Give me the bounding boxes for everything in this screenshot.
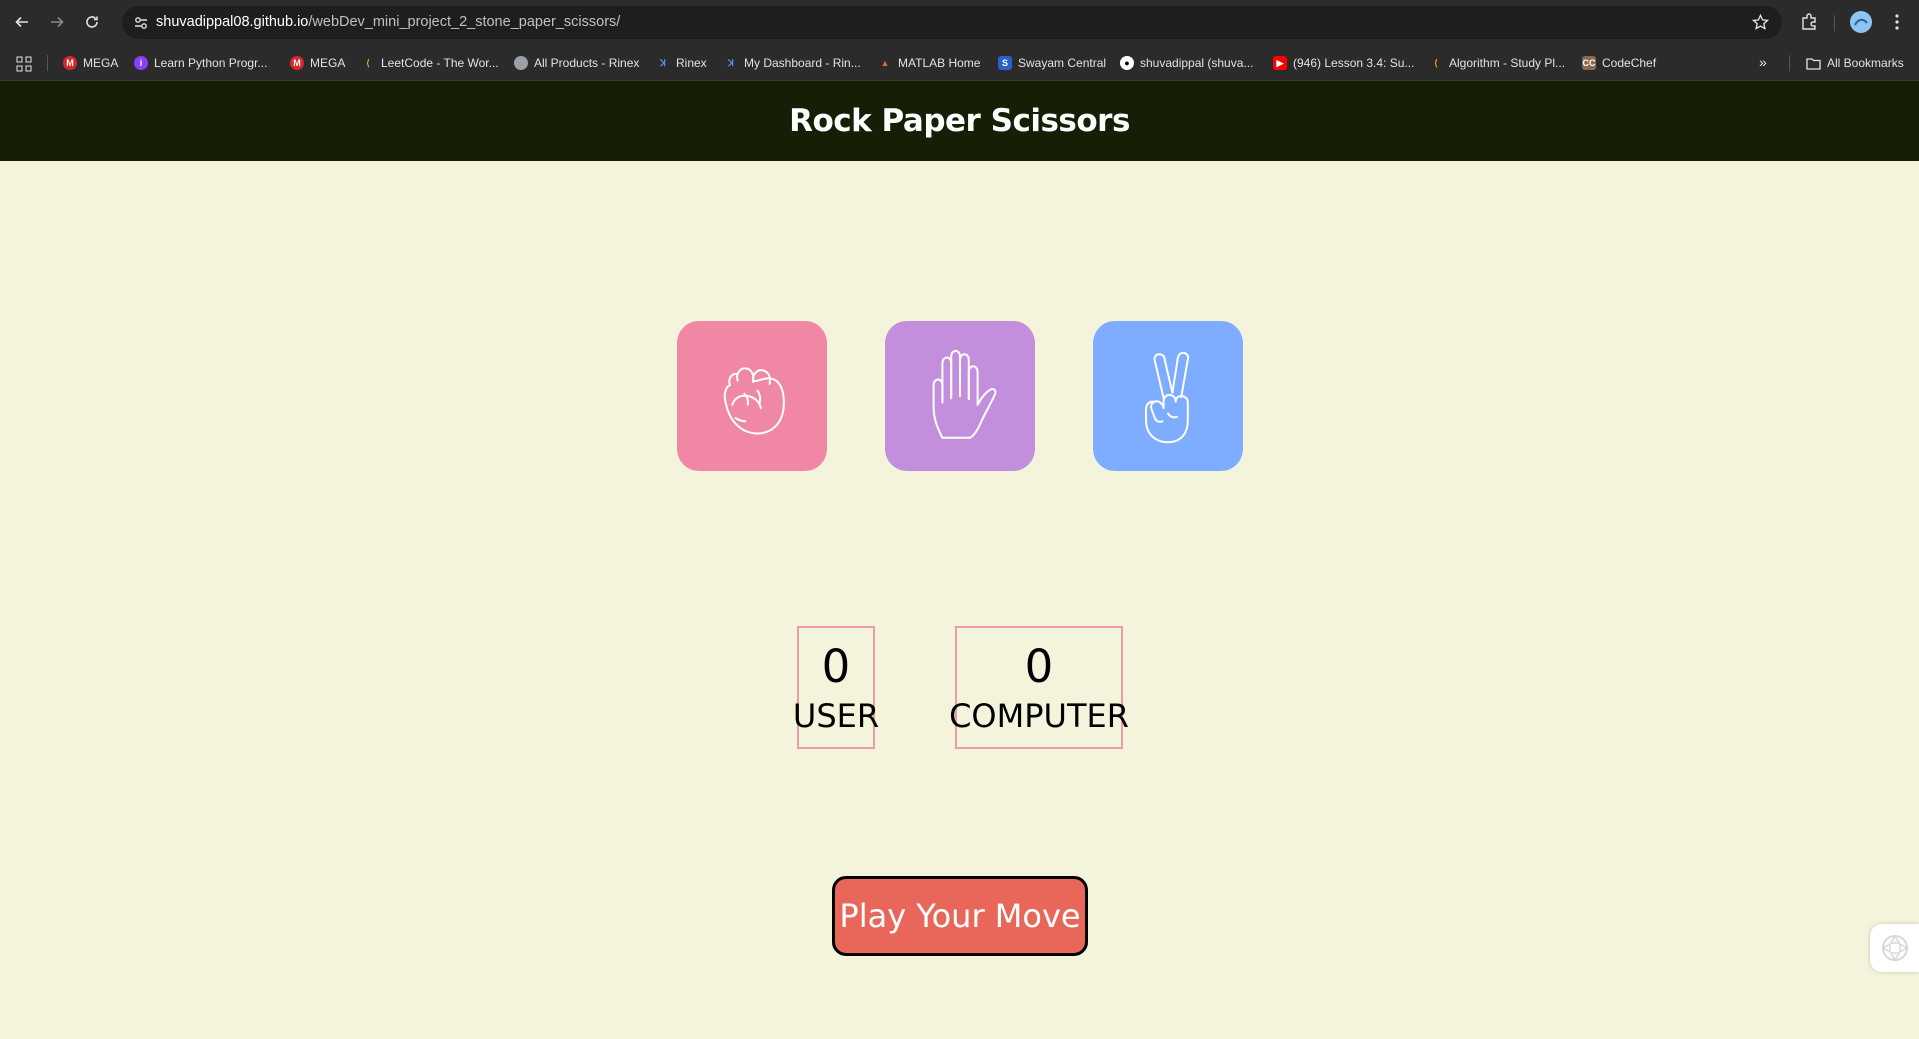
bookmark-label: CodeChef xyxy=(1602,56,1657,70)
reload-icon xyxy=(86,16,98,28)
globe-icon xyxy=(514,56,528,70)
game-message: Play Your Move xyxy=(832,876,1088,956)
url-text: shuvadippal08.github.io/webDev_mini_proj… xyxy=(156,14,620,30)
menu-kebab-icon[interactable] xyxy=(1887,12,1907,32)
all-bookmarks-button[interactable]: All Bookmarks xyxy=(1806,54,1904,72)
profile-avatar[interactable] xyxy=(1850,11,1872,33)
bookmark-item[interactable]: ▶ (946) Lesson 3.4: Su... xyxy=(1273,54,1414,72)
rinex-icon: ꓘ xyxy=(728,57,734,68)
bookmark-label: MEGA xyxy=(310,56,346,70)
url-path: /webDev_mini_project_2_stone_paper_sciss… xyxy=(308,14,621,30)
leetcode-icon: ⟨ xyxy=(1434,57,1438,68)
bookmark-item[interactable]: ꓘ Rinex xyxy=(656,54,707,72)
bookmarks-divider xyxy=(1789,55,1790,71)
bookmark-item[interactable]: ▲ MATLAB Home xyxy=(878,54,981,72)
user-score-label: USER xyxy=(792,696,880,735)
bookmark-label: shuvadippal (shuva... xyxy=(1140,56,1254,70)
rinex-icon: ꓘ xyxy=(660,57,666,68)
leetcode-icon: ⟨ xyxy=(366,57,370,68)
bookmark-label: MEGA xyxy=(83,56,119,70)
back-button[interactable] xyxy=(11,11,33,33)
arrow-right-icon xyxy=(51,16,64,28)
bookmark-item[interactable]: ● shuvadippal (shuva... xyxy=(1120,54,1253,72)
assistant-icon xyxy=(1880,934,1909,962)
reload-button[interactable] xyxy=(81,11,103,33)
bookmarks-bar: M MEGA i Learn Python Progr... M MEGA ⟨ Leet… xyxy=(0,45,1919,81)
peace-hand-icon xyxy=(1145,351,1190,444)
bookmark-item[interactable]: ⟨ LeetCode - The Wor... xyxy=(361,54,499,72)
bookmark-label: Algorithm - Study Pl... xyxy=(1449,56,1566,70)
all-bookmarks-label: All Bookmarks xyxy=(1827,56,1904,70)
more-bookmarks-icon[interactable]: » xyxy=(1759,54,1767,70)
url-host: shuvadippal08.github.io xyxy=(156,14,309,30)
extensions-icon[interactable] xyxy=(1799,12,1819,32)
rock-choice[interactable] xyxy=(677,321,827,471)
bookmark-item[interactable]: S Swayam Central xyxy=(998,54,1106,72)
arrow-left-icon xyxy=(15,16,28,28)
open-hand-icon xyxy=(932,349,997,439)
scissors-choice[interactable] xyxy=(1093,321,1243,471)
youtube-icon: ▶ xyxy=(1273,56,1287,70)
address-bar[interactable]: shuvadippal08.github.io/webDev_mini_proj… xyxy=(122,6,1782,39)
computer-score-label: COMPUTER xyxy=(949,696,1129,735)
apps-grid-icon[interactable] xyxy=(16,56,32,72)
page-header: Rock Paper Scissors xyxy=(0,81,1919,161)
avatar-icon xyxy=(1850,11,1872,33)
forward-button[interactable] xyxy=(46,11,68,33)
site-settings-icon[interactable] xyxy=(132,14,150,32)
bookmark-label: All Products - Rinex xyxy=(534,56,640,70)
bookmark-item[interactable]: i Learn Python Progr... xyxy=(134,54,267,72)
learn-python-icon: i xyxy=(134,56,148,70)
bookmark-item[interactable]: M MEGA xyxy=(290,54,345,72)
bookmark-item[interactable]: ⟨ Algorithm - Study Pl... xyxy=(1429,54,1565,72)
bookmark-label: MATLAB Home xyxy=(898,56,981,70)
assistant-widget-button[interactable] xyxy=(1870,924,1919,972)
bookmark-item[interactable]: CC CodeChef xyxy=(1582,54,1656,72)
browser-toolbar: shuvadippal08.github.io/webDev_mini_proj… xyxy=(0,0,1919,45)
bookmark-star-icon[interactable] xyxy=(1751,13,1770,32)
bookmarks-divider xyxy=(47,55,48,71)
paper-choice[interactable] xyxy=(885,321,1035,471)
bookmark-label: (946) Lesson 3.4: Su... xyxy=(1293,56,1415,70)
bookmark-label: Swayam Central xyxy=(1018,56,1107,70)
swayam-icon: S xyxy=(998,56,1012,70)
computer-score-value: 0 xyxy=(1024,639,1054,693)
user-score-value: 0 xyxy=(821,639,851,693)
mega-icon: M xyxy=(290,56,304,70)
page-body: Rock Paper Scissors 0 USER 0 COMPUTER Pl… xyxy=(0,81,1919,1039)
fist-icon xyxy=(723,367,785,435)
github-icon: ● xyxy=(1120,56,1134,70)
user-score-box: 0 USER xyxy=(793,626,879,749)
bookmark-label: Rinex xyxy=(676,56,707,70)
bookmark-item[interactable]: M MEGA xyxy=(63,54,118,72)
bookmark-label: My Dashboard - Rin... xyxy=(744,56,861,70)
computer-score-box: 0 COMPUTER xyxy=(949,626,1129,749)
folder-icon xyxy=(1806,57,1821,70)
mega-icon: M xyxy=(63,56,77,70)
matlab-icon: ▲ xyxy=(880,58,890,68)
bookmark-item[interactable]: All Products - Rinex xyxy=(514,54,639,72)
toolbar-divider xyxy=(1834,15,1835,31)
bookmark-label: Learn Python Progr... xyxy=(154,56,268,70)
bookmark-item[interactable]: ꓘ My Dashboard - Rin... xyxy=(724,54,861,72)
page-title: Rock Paper Scissors xyxy=(789,103,1130,139)
codechef-icon: CC xyxy=(1582,56,1596,70)
bookmark-label: LeetCode - The Wor... xyxy=(381,56,499,70)
